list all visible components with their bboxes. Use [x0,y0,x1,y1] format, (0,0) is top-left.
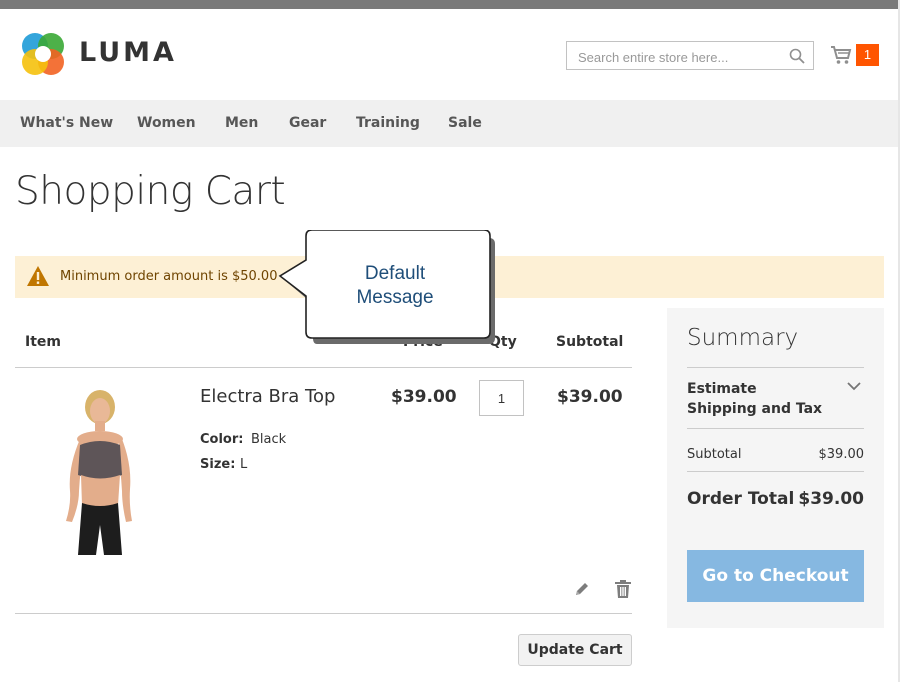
edit-icon[interactable] [573,580,591,598]
summary-subtotal-label: Subtotal [687,447,742,462]
column-header-subtotal: Subtotal [556,334,624,350]
table-bottom-divider [15,613,632,614]
nav-item-sale[interactable]: Sale [448,115,482,131]
summary-subtotal-value: $39.00 [818,447,865,462]
nav-item-women[interactable]: Women [137,115,196,131]
nav-item-training[interactable]: Training [356,115,420,131]
cart-count-badge[interactable]: 1 [856,44,879,66]
message-text: Minimum order amount is $50.00 [60,269,278,284]
chevron-down-icon[interactable] [847,381,861,391]
search-icon[interactable] [789,48,805,64]
product-name[interactable]: Electra Bra Top [200,386,335,407]
nav-item-whats-new[interactable]: What's New [20,115,113,131]
logo-text[interactable]: LUMA [79,37,177,68]
update-cart-button[interactable]: Update Cart [518,634,632,666]
estimate-shipping-toggle[interactable]: Estimate Shipping and Tax [687,379,827,419]
nav-item-gear[interactable]: Gear [289,115,326,131]
quantity-input[interactable] [479,380,524,416]
page-title: Shopping Cart [15,169,286,214]
callout-line-1: Default [364,263,426,284]
summary-divider [687,428,864,429]
search-input[interactable] [576,46,785,68]
column-header-item: Item [25,334,61,350]
checkout-button[interactable]: Go to Checkout [687,550,864,602]
cart-icon[interactable] [830,44,852,66]
option-value-size: L [240,457,248,472]
luma-logo-icon[interactable] [20,31,66,77]
product-image[interactable] [52,387,142,555]
item-subtotal: $39.00 [557,387,623,407]
summary-divider [687,367,864,368]
search-box[interactable] [566,41,814,70]
top-bar [0,0,900,9]
option-label-size: Size: [200,457,236,472]
summary-divider [687,471,864,472]
summary-title: Summary [687,325,799,351]
nav-item-men[interactable]: Men [225,115,258,131]
callout-line-2: Message [356,287,434,308]
item-price: $39.00 [391,387,457,407]
main-nav: What's New Women Men Gear Training Sale [0,100,898,147]
callout-text: Default Message [300,262,490,310]
option-value-color: Black [251,432,287,447]
table-divider [15,367,632,368]
warning-icon [27,266,49,286]
trash-icon[interactable] [614,579,632,599]
summary-panel: Summary Estimate Shipping and Tax Subtot… [667,308,884,628]
option-label-color: Color: [200,432,244,447]
order-total-label: Order Total [687,489,795,509]
order-total-value: $39.00 [798,489,864,509]
